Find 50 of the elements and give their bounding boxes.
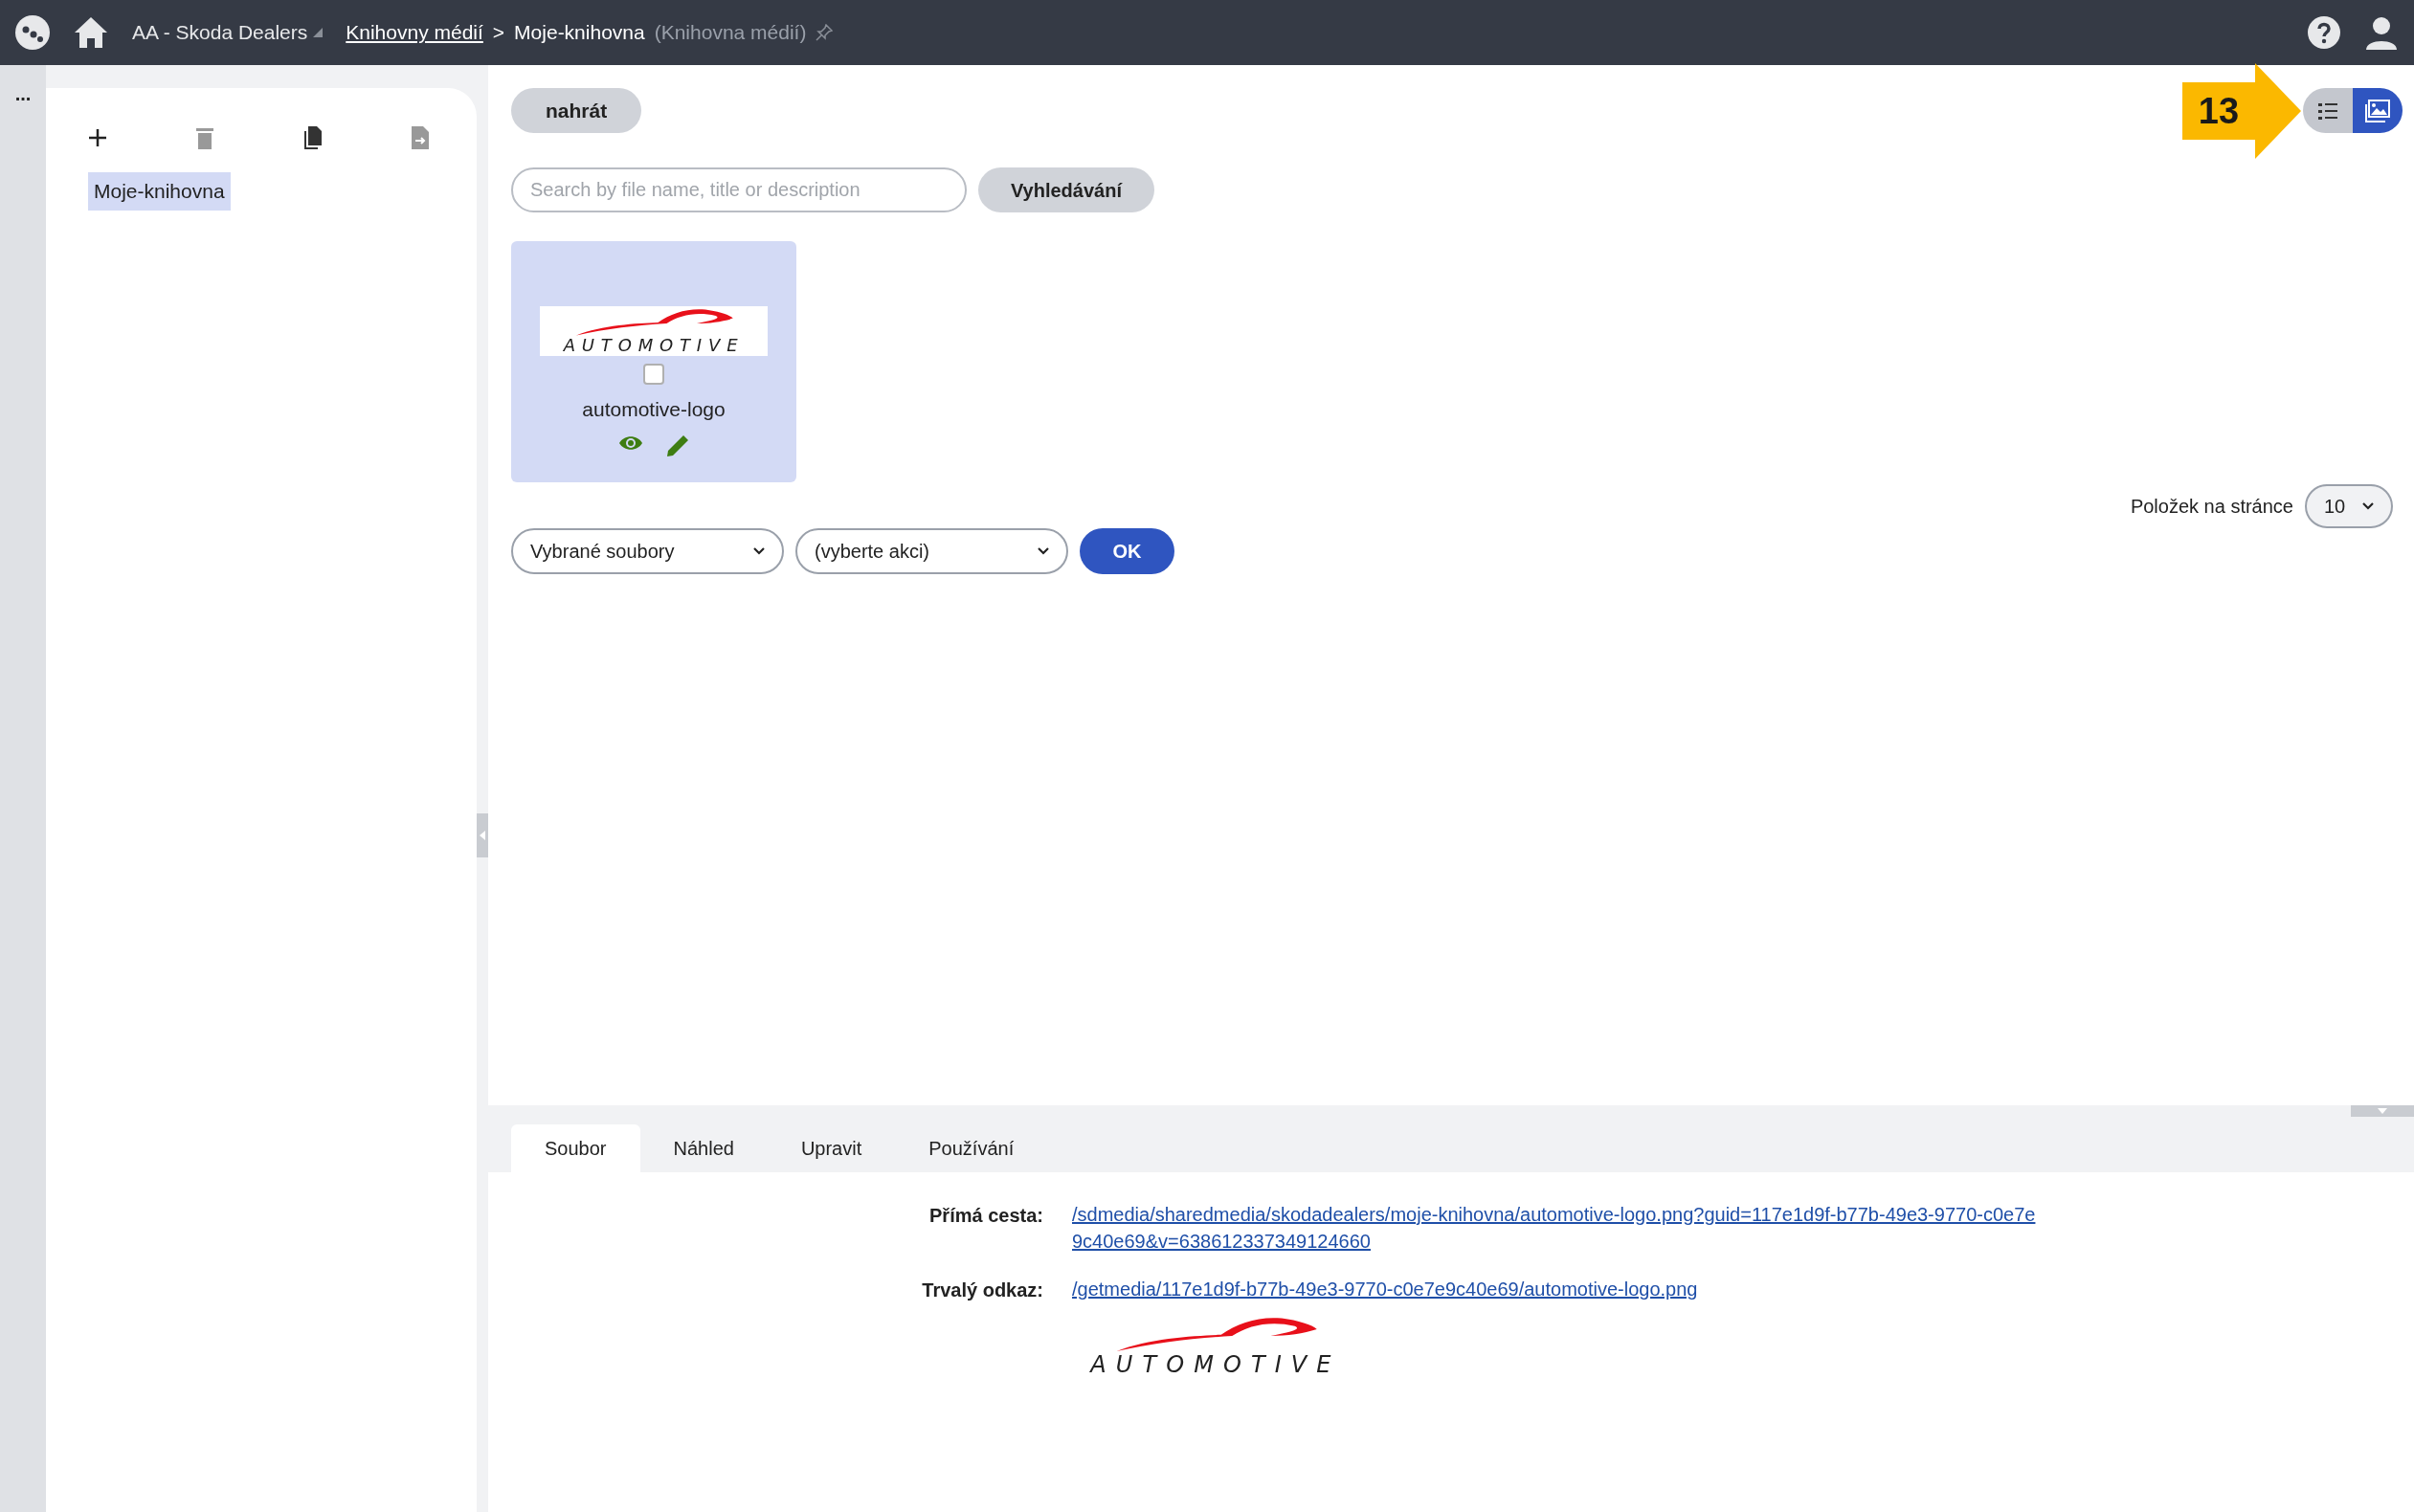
file-name: automotive-logo — [582, 397, 726, 423]
detail-label: Přímá cesta: — [928, 1204, 1043, 1228]
chevron-down-icon — [2362, 502, 2374, 510]
list-icon — [2318, 101, 2337, 120]
detail-tab[interactable]: Náhled — [639, 1124, 768, 1172]
page-size-select[interactable]: 10 — [2305, 484, 2393, 528]
user-icon[interactable] — [2364, 15, 2399, 50]
upload-button[interactable]: nahrát — [511, 88, 642, 133]
breadcrumb-note: (Knihovna médií) — [654, 20, 807, 46]
breadcrumb-current: Moje-knihovna — [514, 20, 645, 46]
breadcrumb-link[interactable]: Knihovny médií — [346, 17, 483, 48]
page-size-label: Položek na stránce — [2130, 495, 2293, 519]
copy-icon[interactable] — [302, 126, 323, 149]
help-icon[interactable] — [2307, 15, 2341, 50]
pencil-icon[interactable] — [666, 434, 689, 457]
panel-resize-handle[interactable] — [2351, 1105, 2414, 1117]
home-icon[interactable] — [73, 15, 109, 50]
logo-text: AUTOMOTIVE — [563, 337, 745, 357]
detail-label: Trvalý odkaz: — [921, 1279, 1043, 1302]
file-url-link[interactable]: /sdmedia/sharedmedia/skodadealers/moje-knihovna/automotive-logo.png?guid=117e1d9f-b77b-49e3-9770-c0e7e9c40e69&v=638612337349124660 — [1072, 1201, 2039, 1255]
scope-select[interactable]: Vybrané soubory — [511, 528, 784, 574]
ok-button[interactable]: OK — [1080, 528, 1174, 574]
chevron-down-icon — [753, 547, 765, 555]
callout-number: 13 — [2197, 89, 2241, 133]
tile-view-button[interactable] — [2353, 88, 2403, 133]
tree-item[interactable]: Moje-knihovna — [88, 172, 231, 211]
trash-icon[interactable] — [196, 126, 214, 149]
caret-icon — [313, 28, 324, 37]
pin-icon[interactable] — [816, 24, 834, 41]
collapse-handle[interactable] — [477, 813, 488, 857]
logo-text: AUTOMOTIVE — [1090, 1353, 1341, 1377]
action-select[interactable]: (vyberte akci) — [795, 528, 1068, 574]
breadcrumb-separator: > — [492, 20, 505, 46]
file-url-link[interactable]: /getmedia/117e1d9f-b77b-49e3-9770-c0e7e9c40e69/automotive-logo.png — [1072, 1276, 2039, 1304]
detail-tab[interactable]: Upravit — [767, 1124, 896, 1172]
list-view-button[interactable] — [2303, 88, 2353, 133]
eye-icon[interactable] — [618, 434, 643, 452]
site-selector[interactable]: AA - Skoda Dealers — [132, 17, 324, 48]
more-menu[interactable]: ... — [14, 84, 32, 103]
move-file-icon[interactable] — [412, 126, 429, 149]
app-logo-icon[interactable] — [15, 15, 50, 50]
search-field[interactable]: Search by file name, title or description — [511, 167, 967, 212]
detail-tab[interactable]: Soubor — [511, 1124, 640, 1172]
file-card[interactable]: AUTOMOTIVE automotive-logo — [511, 241, 796, 482]
chevron-down-icon — [1038, 547, 1049, 555]
add-icon[interactable] — [88, 128, 107, 147]
search-button[interactable]: Vyhledávání — [978, 167, 1154, 212]
file-checkbox[interactable] — [643, 364, 664, 386]
images-icon — [2365, 99, 2390, 122]
detail-tab[interactable]: Používání — [895, 1124, 1048, 1172]
